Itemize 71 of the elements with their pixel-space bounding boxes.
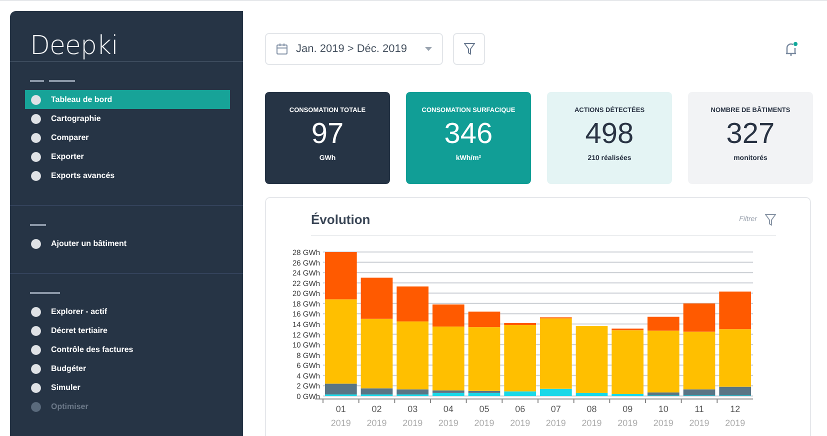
date-range-dropdown[interactable]: Jan. 2019 > Déc. 2019 — [265, 33, 443, 65]
axis-label: 07 — [550, 404, 561, 414]
filter-icon[interactable] — [765, 214, 776, 226]
nav-label: Cartographie — [51, 114, 101, 123]
calendar-icon — [276, 43, 288, 55]
circle-icon — [31, 364, 41, 374]
circle-icon — [31, 382, 41, 392]
nav-label: Optimiser — [51, 402, 88, 411]
axis-label: 2019 — [618, 418, 638, 428]
axis-label: 10 — [658, 404, 668, 414]
axis-label: 2019 — [582, 418, 602, 428]
kpi-value: 498 — [585, 119, 634, 151]
nav-item[interactable]: Exporter — [25, 147, 230, 166]
axis-label: 05 — [479, 404, 490, 414]
circle-icon — [31, 326, 41, 336]
nav-label: Simuler — [51, 383, 80, 392]
axis-label: 2019 — [653, 418, 674, 428]
nav-label: Contrôle des factures — [51, 345, 134, 354]
bell-icon[interactable] — [783, 41, 799, 57]
chart-title: Évolution — [311, 212, 370, 227]
circle-icon — [31, 306, 41, 316]
axis-label: 04 — [443, 404, 454, 414]
axis-label: 2019 — [330, 418, 351, 428]
circle-icon — [31, 402, 41, 412]
circle-icon — [31, 344, 41, 354]
logo: Deepki — [10, 11, 243, 62]
nav-item[interactable]: Exports avancés — [25, 166, 230, 185]
axis-label: 2019 — [546, 418, 566, 428]
circle-icon — [31, 238, 41, 248]
circle-icon — [31, 132, 41, 142]
axis-label: 09 — [622, 404, 633, 414]
axis-label: 2019 — [438, 418, 458, 428]
nav-item[interactable]: Cartographie — [25, 109, 230, 128]
axis-label: 2019 — [725, 418, 746, 428]
axis-label: 01 — [336, 404, 346, 414]
nav-label: Tableau de bord — [51, 95, 112, 104]
axis-label: 06 — [515, 404, 526, 414]
nav-label: Décret tertiaire — [51, 326, 108, 335]
nav-item[interactable]: Contrôle des factures — [25, 340, 230, 359]
kpi-value: 327 — [726, 119, 775, 151]
axis-label: 2019 — [402, 418, 423, 428]
axis-label: 2019 — [510, 418, 530, 428]
circle-icon — [31, 114, 41, 124]
kpi-value: 346 — [444, 119, 493, 151]
axis-label: 11 — [694, 404, 704, 414]
nav-label: Exporter — [51, 152, 84, 161]
filter-icon — [464, 43, 474, 55]
nav-label: Budgéter — [51, 364, 86, 373]
nav-label: Comparer — [51, 133, 89, 142]
nav-label: Ajouter un bâtiment — [51, 239, 127, 248]
axis-label: 2019 — [366, 418, 387, 428]
nav-label: Explorer - actif — [51, 307, 108, 316]
nav-item[interactable]: Décret tertiaire — [25, 321, 230, 340]
nav-item[interactable]: Explorer - actif — [25, 302, 230, 321]
caret-icon — [425, 47, 432, 51]
axis-label: 08 — [586, 404, 597, 414]
kpi-value: 97 — [311, 119, 344, 151]
axis-label: 02 — [372, 404, 382, 414]
nav-label: Exports avancés — [51, 171, 115, 180]
circle-icon — [31, 152, 41, 162]
filter-button[interactable] — [453, 33, 485, 65]
nav-item[interactable]: Budgéter — [25, 359, 230, 378]
nav-item[interactable]: Ajouter un bâtiment — [25, 234, 230, 253]
axis-label: 2019 — [689, 418, 710, 428]
axis-label: 12 — [730, 404, 740, 414]
axis-label: 2019 — [474, 418, 494, 428]
axis-label: 03 — [408, 404, 418, 414]
nav-item[interactable]: Simuler — [25, 378, 230, 397]
circle-icon — [31, 94, 41, 104]
nav-item[interactable]: Comparer — [25, 128, 230, 147]
circle-icon — [31, 170, 41, 180]
